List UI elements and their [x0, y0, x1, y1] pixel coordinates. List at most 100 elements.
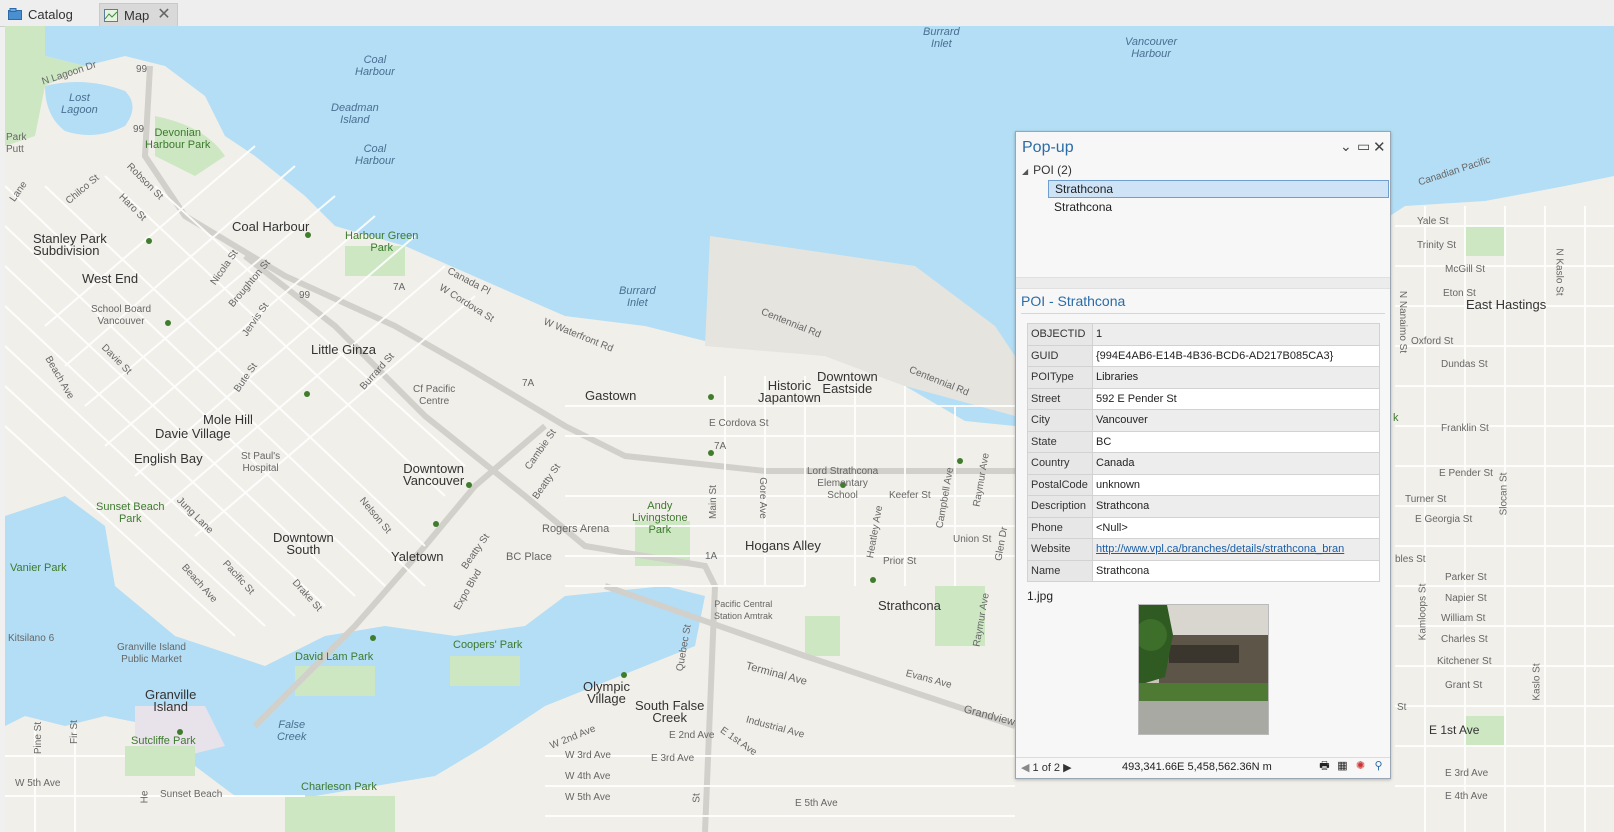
attr-key: POIType [1027, 366, 1093, 389]
map-label: 7A [714, 441, 727, 452]
zoom-to-icon[interactable]: ⚲ [1371, 759, 1386, 774]
map-label: 7A [393, 282, 406, 293]
tab-map[interactable]: Map ✕ [99, 3, 178, 26]
map-label: False Creek [277, 719, 307, 743]
chevron-down-icon[interactable]: ⌄ [1340, 138, 1352, 155]
previous-feature-icon[interactable]: ◀ [1021, 762, 1029, 774]
map-label: Kaslo St [1531, 663, 1543, 701]
map-label: Trinity St [1417, 240, 1457, 251]
map-label: Deadman Island [331, 102, 379, 126]
tree-feature-item[interactable]: Strathcona [1048, 180, 1389, 198]
map-label: Sunset Beach [160, 789, 223, 800]
feature-count: 1 of 2 [1032, 762, 1061, 774]
map-label: W 5th Ave [565, 792, 611, 803]
attachment-name: 1.jpg [1027, 589, 1054, 603]
print-icon[interactable]: 🖶 [1317, 759, 1332, 774]
map-label: Lord Strathcona Elementary School [807, 466, 879, 501]
expand-triangle-icon[interactable]: ◢ [1022, 163, 1028, 180]
attr-value: BC [1092, 430, 1380, 453]
map-label: Rogers Arena [542, 523, 610, 535]
map-label: Cf Pacific Centre [413, 384, 456, 407]
table-row: Name Strathcona [1027, 559, 1380, 582]
attachment-image[interactable] [1138, 604, 1269, 735]
map-label: Davie Village [155, 426, 231, 441]
attribute-table: OBJECTID 1 GUID {994E4AB6-E14B-4B36-BCD6-A… [1027, 323, 1380, 582]
map-label: E 2nd Ave [669, 730, 715, 741]
map-label: Gastown [585, 388, 637, 403]
table-row: PostalCode unknown [1027, 473, 1380, 496]
map-label: W 5th Ave [15, 778, 61, 789]
attr-key: State [1027, 430, 1093, 453]
map-label: Olympic Village [583, 679, 630, 706]
tab-catalog[interactable]: Catalog [8, 3, 73, 25]
map-label: W 4th Ave [565, 771, 611, 782]
close-icon[interactable]: ✕ [1373, 138, 1386, 156]
map-label: School Board Vancouver [91, 304, 152, 327]
attr-key: PostalCode [1027, 473, 1093, 496]
table-row: Phone <Null> [1027, 516, 1380, 539]
library-photo [1139, 605, 1268, 734]
map-label: 7A [522, 378, 535, 389]
map-label: He [139, 790, 151, 804]
tree-feature-item[interactable]: Strathcona [1048, 199, 1390, 215]
attr-value: Libraries [1092, 366, 1380, 389]
map-label: 99 [299, 290, 311, 301]
map-label: E 3rd Ave [1445, 768, 1489, 779]
map-label: East Hastings [1466, 297, 1547, 312]
flash-icon[interactable]: ✺ [1353, 759, 1368, 774]
map-label: bles St [1395, 554, 1426, 565]
attr-value: {994E4AB6-E14B-4B36-BCD6-AD217B085CA3} [1092, 344, 1380, 367]
map-label: E 3rd Ave [651, 753, 695, 764]
map-label: Yale St [1417, 216, 1449, 227]
map-label: Burrard Inlet [619, 285, 656, 309]
map-label: Charles St [1441, 634, 1488, 645]
map-label: Dundas St [1441, 359, 1488, 370]
map-label: West End [82, 271, 139, 286]
map-label: Yaletown [391, 549, 444, 564]
map-label: South False Creek [635, 698, 705, 725]
map-label: Pacific Central Station Amtrak [714, 599, 773, 621]
map-label: Granville Island [145, 687, 197, 714]
maximize-icon[interactable]: ▭ [1357, 138, 1370, 155]
attr-key: Country [1027, 452, 1093, 475]
table-row: OBJECTID 1 [1027, 323, 1380, 346]
tab-catalog-label: Catalog [28, 6, 73, 22]
map-label: Vanier Park [10, 562, 67, 574]
table-row: Website http://www.vpl.ca/branches/detail… [1027, 538, 1380, 561]
map-label: Slocan St [1498, 472, 1510, 516]
map-label: Napier St [1445, 593, 1487, 604]
map-label: E Georgia St [1415, 514, 1473, 525]
map-label: Fir St [68, 720, 80, 744]
feature-tree: ◢ POI (2) Strathcona Strathcona [1022, 162, 1390, 215]
popup-title: Pop-up [1022, 139, 1074, 156]
tree-layer-node[interactable]: ◢ POI (2) [1022, 162, 1390, 179]
map-label: St [1397, 702, 1407, 713]
attr-value: Strathcona [1092, 495, 1380, 518]
table-icon[interactable]: ▦ [1335, 759, 1350, 774]
map-label: 99 [136, 64, 148, 75]
map-label: E Pender St [1439, 468, 1493, 479]
map-label: Park Putt [6, 132, 27, 155]
next-feature-icon[interactable]: ▶ [1063, 762, 1071, 774]
tree-layer-label: POI (2) [1033, 163, 1072, 177]
attr-key: City [1027, 409, 1093, 432]
map-label: Parker St [1445, 572, 1487, 583]
attr-value: unknown [1092, 473, 1380, 496]
map-label: Historic Japantown [758, 378, 821, 405]
map-label: Little Ginza [311, 342, 377, 357]
website-link[interactable]: http://www.vpl.ca/branches/details/strat… [1096, 543, 1344, 555]
map-label: Charleson Park [301, 781, 377, 793]
map-label: Union St [953, 534, 992, 545]
feature-navigator: ◀ 1 of 2 ▶ [1021, 761, 1072, 774]
attr-value: 1 [1092, 323, 1380, 346]
map-label: Grant St [1445, 680, 1483, 691]
map-label: Coal Harbour [355, 54, 395, 78]
map-label: E Cordova St [709, 418, 769, 429]
table-row: Description Strathcona [1027, 495, 1380, 518]
pane-splitter[interactable] [1016, 277, 1390, 289]
map-label: Franklin St [1441, 423, 1489, 434]
map-label: Downtown Eastside [817, 369, 878, 396]
map-label: David Lam Park [295, 651, 374, 663]
close-tab-icon[interactable]: ✕ [157, 7, 170, 23]
attr-value-link: http://www.vpl.ca/branches/details/strat… [1092, 538, 1380, 561]
